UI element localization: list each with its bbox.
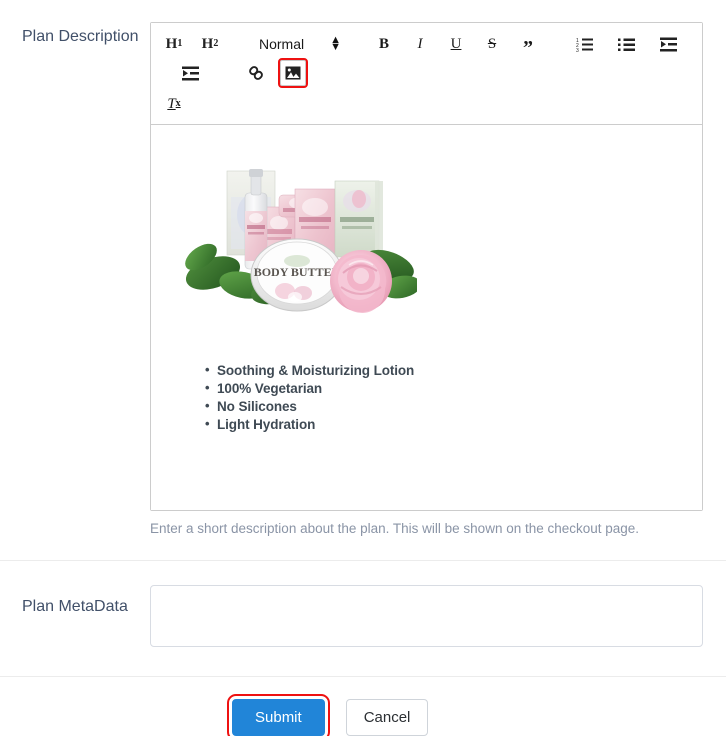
product-image-block[interactable]: BODY BUTTER bbox=[167, 139, 686, 320]
plan-description-label: Plan Description bbox=[22, 28, 139, 45]
heading-2-button[interactable]: H2 bbox=[198, 32, 222, 56]
italic-button[interactable]: I bbox=[408, 32, 432, 56]
strikethrough-label: S bbox=[487, 35, 497, 52]
italic-label: I bbox=[417, 35, 423, 52]
form-actions: Submit Cancel bbox=[0, 677, 726, 736]
strikethrough-button[interactable]: S bbox=[480, 32, 504, 56]
image-button[interactable] bbox=[278, 58, 308, 88]
feature-bullet-list: Soothing & Moisturizing Lotion 100% Vege… bbox=[167, 361, 686, 433]
heading-2-label: H bbox=[201, 35, 214, 52]
underline-button[interactable]: U bbox=[444, 32, 468, 56]
blockquote-button[interactable]: ” bbox=[516, 32, 540, 59]
plan-description-field: H1 H2 Normal ▲ ▼ B I U S ” 1 2 3 T x BOD… bbox=[150, 22, 726, 538]
plan-metadata-field bbox=[150, 585, 726, 652]
blockquote-label: ” bbox=[523, 37, 534, 59]
chevron-updown-icon: ▲ ▼ bbox=[330, 34, 342, 53]
list-item: Soothing & Moisturizing Lotion bbox=[205, 361, 686, 379]
svg-text:3: 3 bbox=[576, 48, 579, 52]
format-picker-value: Normal bbox=[259, 36, 305, 52]
plan-metadata-row: Plan MetaData bbox=[0, 561, 726, 676]
list-item: 100% Vegetarian bbox=[205, 379, 686, 397]
submit-button[interactable]: Submit bbox=[227, 694, 330, 736]
heading-1-label: H bbox=[165, 35, 178, 52]
plan-description-row: Plan Description H1 H2 Normal ▲ ▼ B I U … bbox=[0, 0, 726, 560]
list-item: Light Hydration bbox=[205, 415, 686, 433]
bullet-list-icon bbox=[617, 37, 635, 52]
link-icon bbox=[248, 65, 264, 81]
bold-button[interactable]: B bbox=[372, 32, 396, 56]
plan-description-help-text: Enter a short description about the plan… bbox=[150, 521, 640, 536]
svg-text:BODY BUTTER: BODY BUTTER bbox=[254, 265, 341, 279]
plan-form-page: Plan Description H1 H2 Normal ▲ ▼ B I U … bbox=[0, 0, 726, 736]
editor-toolbar: H1 H2 Normal ▲ ▼ B I U S ” 1 2 3 T x bbox=[151, 23, 702, 125]
format-picker[interactable]: Normal ▲ ▼ bbox=[259, 34, 342, 53]
indent-button[interactable] bbox=[178, 61, 202, 85]
link-button[interactable] bbox=[244, 61, 268, 85]
heading-1-button[interactable]: H1 bbox=[162, 32, 186, 56]
bullet-list-button[interactable] bbox=[614, 32, 638, 56]
bold-label: B bbox=[379, 35, 390, 52]
plan-metadata-label: Plan MetaData bbox=[22, 598, 128, 615]
ordered-list-icon: 1 2 3 bbox=[576, 37, 593, 52]
editor-content-area[interactable]: BODY BUTTER • Soothing & Moisturizing Lo… bbox=[151, 125, 702, 510]
image-icon bbox=[285, 66, 301, 80]
rich-text-editor[interactable]: H1 H2 Normal ▲ ▼ B I U S ” 1 2 3 T x BOD… bbox=[150, 22, 703, 511]
underline-label: U bbox=[450, 35, 462, 52]
list-item: No Silicones bbox=[205, 397, 686, 415]
clear-format-label: T bbox=[167, 95, 176, 112]
ordered-list-button[interactable]: 1 2 3 bbox=[572, 32, 596, 56]
cancel-button[interactable]: Cancel bbox=[345, 699, 429, 736]
product-image: BODY BUTTER bbox=[185, 145, 417, 317]
outdent-button[interactable] bbox=[656, 32, 680, 56]
clear-format-button[interactable]: Tx bbox=[162, 92, 186, 116]
outdent-icon bbox=[659, 37, 677, 52]
indent-icon bbox=[181, 66, 199, 81]
plan-metadata-input[interactable] bbox=[150, 585, 703, 647]
editor-toolbar-second-row: Tx bbox=[161, 88, 696, 118]
